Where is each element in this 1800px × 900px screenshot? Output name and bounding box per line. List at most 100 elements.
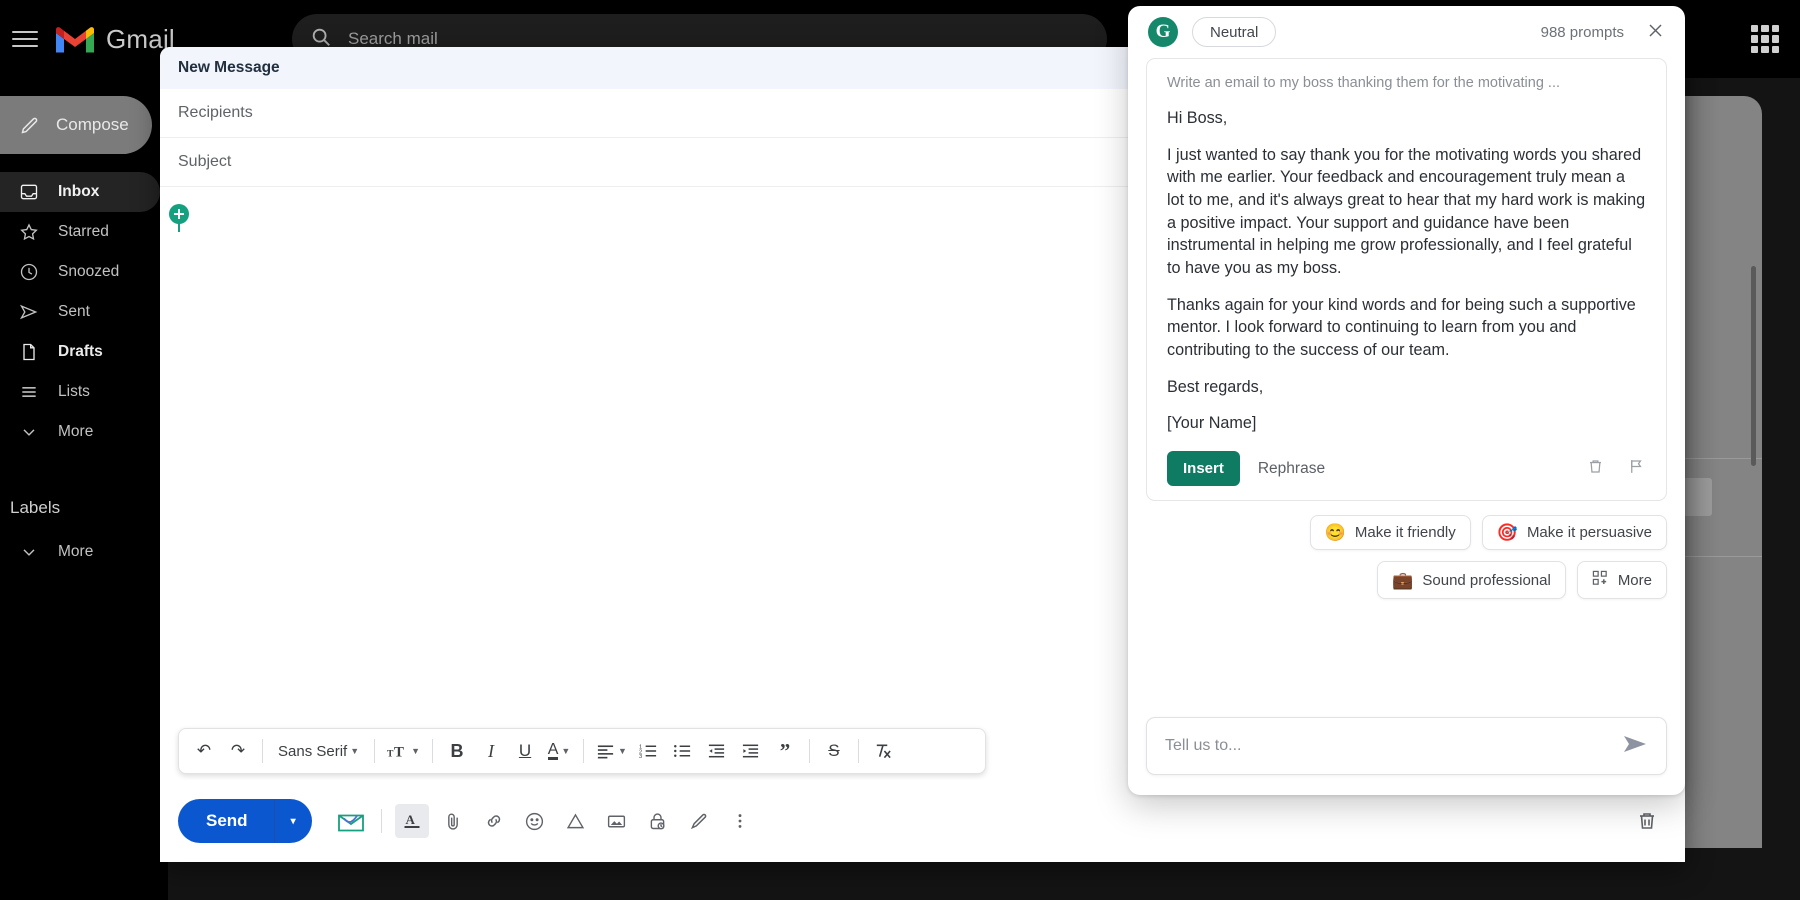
generated-paragraph: Best regards, <box>1167 377 1264 396</box>
grammarly-panel-header: G Neutral 988 prompts <box>1128 6 1685 58</box>
suggestion-label: More <box>1617 571 1652 589</box>
send-button-label: Send <box>206 811 248 830</box>
font-family-selector[interactable]: Sans Serif ▼ <box>272 735 365 767</box>
compose-title: New Message <box>178 59 280 76</box>
divider <box>808 739 810 763</box>
sidebar-item-label: Lists <box>58 383 90 400</box>
sidebar-item-label: More <box>58 423 94 440</box>
more-options-icon[interactable] <box>723 804 757 838</box>
font-size-icon[interactable]: T T ▼ <box>384 735 423 767</box>
search-input-placeholder: Search mail <box>348 29 438 48</box>
sidebar-item-labels-more[interactable]: More <box>0 532 160 572</box>
sidebar-item-label: Snoozed <box>58 263 120 280</box>
text-color-label: A <box>547 741 559 760</box>
redo-button[interactable]: ↷ <box>223 735 253 767</box>
divider <box>583 739 585 763</box>
divider <box>374 739 376 763</box>
close-icon[interactable] <box>1646 21 1665 44</box>
rephrase-button[interactable]: Rephrase <box>1258 460 1325 478</box>
grammarly-prompt-input[interactable]: Tell us to... <box>1146 717 1667 775</box>
insert-drive-icon[interactable] <box>559 804 593 838</box>
align-left-icon[interactable]: ▼ <box>593 735 630 767</box>
grammarly-envelope-icon[interactable] <box>334 804 368 838</box>
trash-icon[interactable] <box>1586 457 1605 481</box>
inbox-icon <box>18 181 40 203</box>
quote-button[interactable]: ” <box>770 735 800 767</box>
send-arrow-icon[interactable] <box>1622 733 1648 760</box>
chevron-down-icon: ▼ <box>350 746 360 756</box>
bulleted-list-icon[interactable] <box>668 735 698 767</box>
suggestion-row: 😊 Make it friendly 🎯 Make it persuasive <box>1309 515 1667 551</box>
divider <box>262 739 263 763</box>
divider <box>432 739 434 763</box>
chevron-down-icon: ▼ <box>618 746 627 756</box>
bold-button[interactable]: B <box>442 735 472 767</box>
grammarly-logo-icon: G <box>1148 17 1178 47</box>
format-text-icon[interactable]: A <box>394 804 429 838</box>
sidebar-item-lists[interactable]: Lists <box>0 372 160 412</box>
suggestion-make-it-friendly[interactable]: 😊 Make it friendly <box>1309 515 1471 551</box>
remove-formatting-icon[interactable] <box>868 735 898 767</box>
signature-pen-icon[interactable] <box>682 804 716 838</box>
chevron-down-icon: ▼ <box>561 746 571 756</box>
undo-button[interactable]: ↶ <box>189 735 219 767</box>
strikethrough-button[interactable]: S <box>819 735 849 767</box>
subject-placeholder: Subject <box>178 153 232 170</box>
sidebar-item-label: More <box>58 543 94 560</box>
indent-increase-icon[interactable] <box>736 735 766 767</box>
sidebar-item-inbox[interactable]: Inbox <box>0 172 160 212</box>
suggestion-sound-professional[interactable]: 💼 Sound professional <box>1377 561 1566 600</box>
formatting-toolbar: ↶ ↷ Sans Serif ▼ T T ▼ B I U A ▼ ▼ 1 2 3… <box>178 728 986 774</box>
tone-label: Neutral <box>1210 23 1259 41</box>
send-options-caret[interactable]: ▾ <box>275 816 312 827</box>
attach-file-icon[interactable] <box>436 804 470 838</box>
generated-paragraph: Hi Boss, <box>1167 109 1228 127</box>
sidebar-item-sent[interactable]: Sent <box>0 292 160 332</box>
suggestion-make-it-persuasive[interactable]: 🎯 Make it persuasive <box>1481 515 1667 551</box>
apps-grid-icon[interactable] <box>1748 22 1782 56</box>
generated-actions-right <box>1586 457 1646 481</box>
insert-photo-icon[interactable] <box>600 804 634 838</box>
insert-button[interactable]: Insert <box>1167 451 1240 487</box>
underline-button[interactable]: U <box>510 735 540 767</box>
compose-action-icons: A <box>334 804 757 838</box>
grammarly-header-right: 988 prompts <box>1541 21 1665 44</box>
sidebar-item-label: Inbox <box>58 183 100 200</box>
suggestion-more[interactable]: More <box>1576 561 1667 600</box>
scrollbar[interactable] <box>1751 266 1756 466</box>
divider <box>857 739 859 763</box>
prompt-echo: Write an email to my boss thanking them … <box>1167 75 1561 91</box>
grammarly-input-placeholder: Tell us to... <box>1165 737 1242 754</box>
chevron-down-icon <box>18 541 40 563</box>
send-button[interactable]: Send ▾ <box>178 799 312 843</box>
sidebar-item-drafts[interactable]: Drafts <box>0 332 160 372</box>
file-icon <box>18 341 40 363</box>
generated-paragraph: I just wanted to say thank you for the m… <box>1167 145 1646 278</box>
discard-draft-button[interactable] <box>1635 809 1659 838</box>
generated-text: Hi Boss, I just wanted to say thank you … <box>1167 107 1646 435</box>
flag-icon[interactable] <box>1627 457 1646 481</box>
sidebar-item-more[interactable]: More <box>0 412 160 452</box>
compose-button[interactable]: Compose <box>0 96 152 154</box>
italic-button[interactable]: I <box>476 735 506 767</box>
insert-emoji-icon[interactable] <box>518 804 552 838</box>
suggestion-row: 💼 Sound professional More <box>1377 561 1667 600</box>
star-icon <box>18 221 40 243</box>
sidebar-item-snoozed[interactable]: Snoozed <box>0 252 160 292</box>
tone-selector-chip[interactable]: Neutral <box>1192 17 1277 47</box>
clock-icon <box>18 261 40 283</box>
text-color-button[interactable]: A ▼ <box>544 735 574 767</box>
insert-link-icon[interactable] <box>477 804 511 838</box>
sidebar-item-starred[interactable]: Starred <box>0 212 160 252</box>
confidential-mode-icon[interactable] <box>641 804 675 838</box>
hamburger-menu-icon[interactable] <box>10 28 40 50</box>
numbered-list-icon[interactable]: 1 2 3 <box>634 735 664 767</box>
suggestion-chips: 😊 Make it friendly 🎯 Make it persuasive … <box>1128 501 1685 600</box>
recipients-placeholder: Recipients <box>178 104 253 121</box>
suggestion-label: Sound professional <box>1422 571 1551 589</box>
generated-paragraph: Thanks again for your kind words and for… <box>1167 295 1636 360</box>
labels-section-title: Labels <box>10 498 61 517</box>
svg-text:T: T <box>394 744 404 760</box>
indent-decrease-icon[interactable] <box>702 735 732 767</box>
grammarly-insert-pin-icon[interactable] <box>168 203 190 233</box>
